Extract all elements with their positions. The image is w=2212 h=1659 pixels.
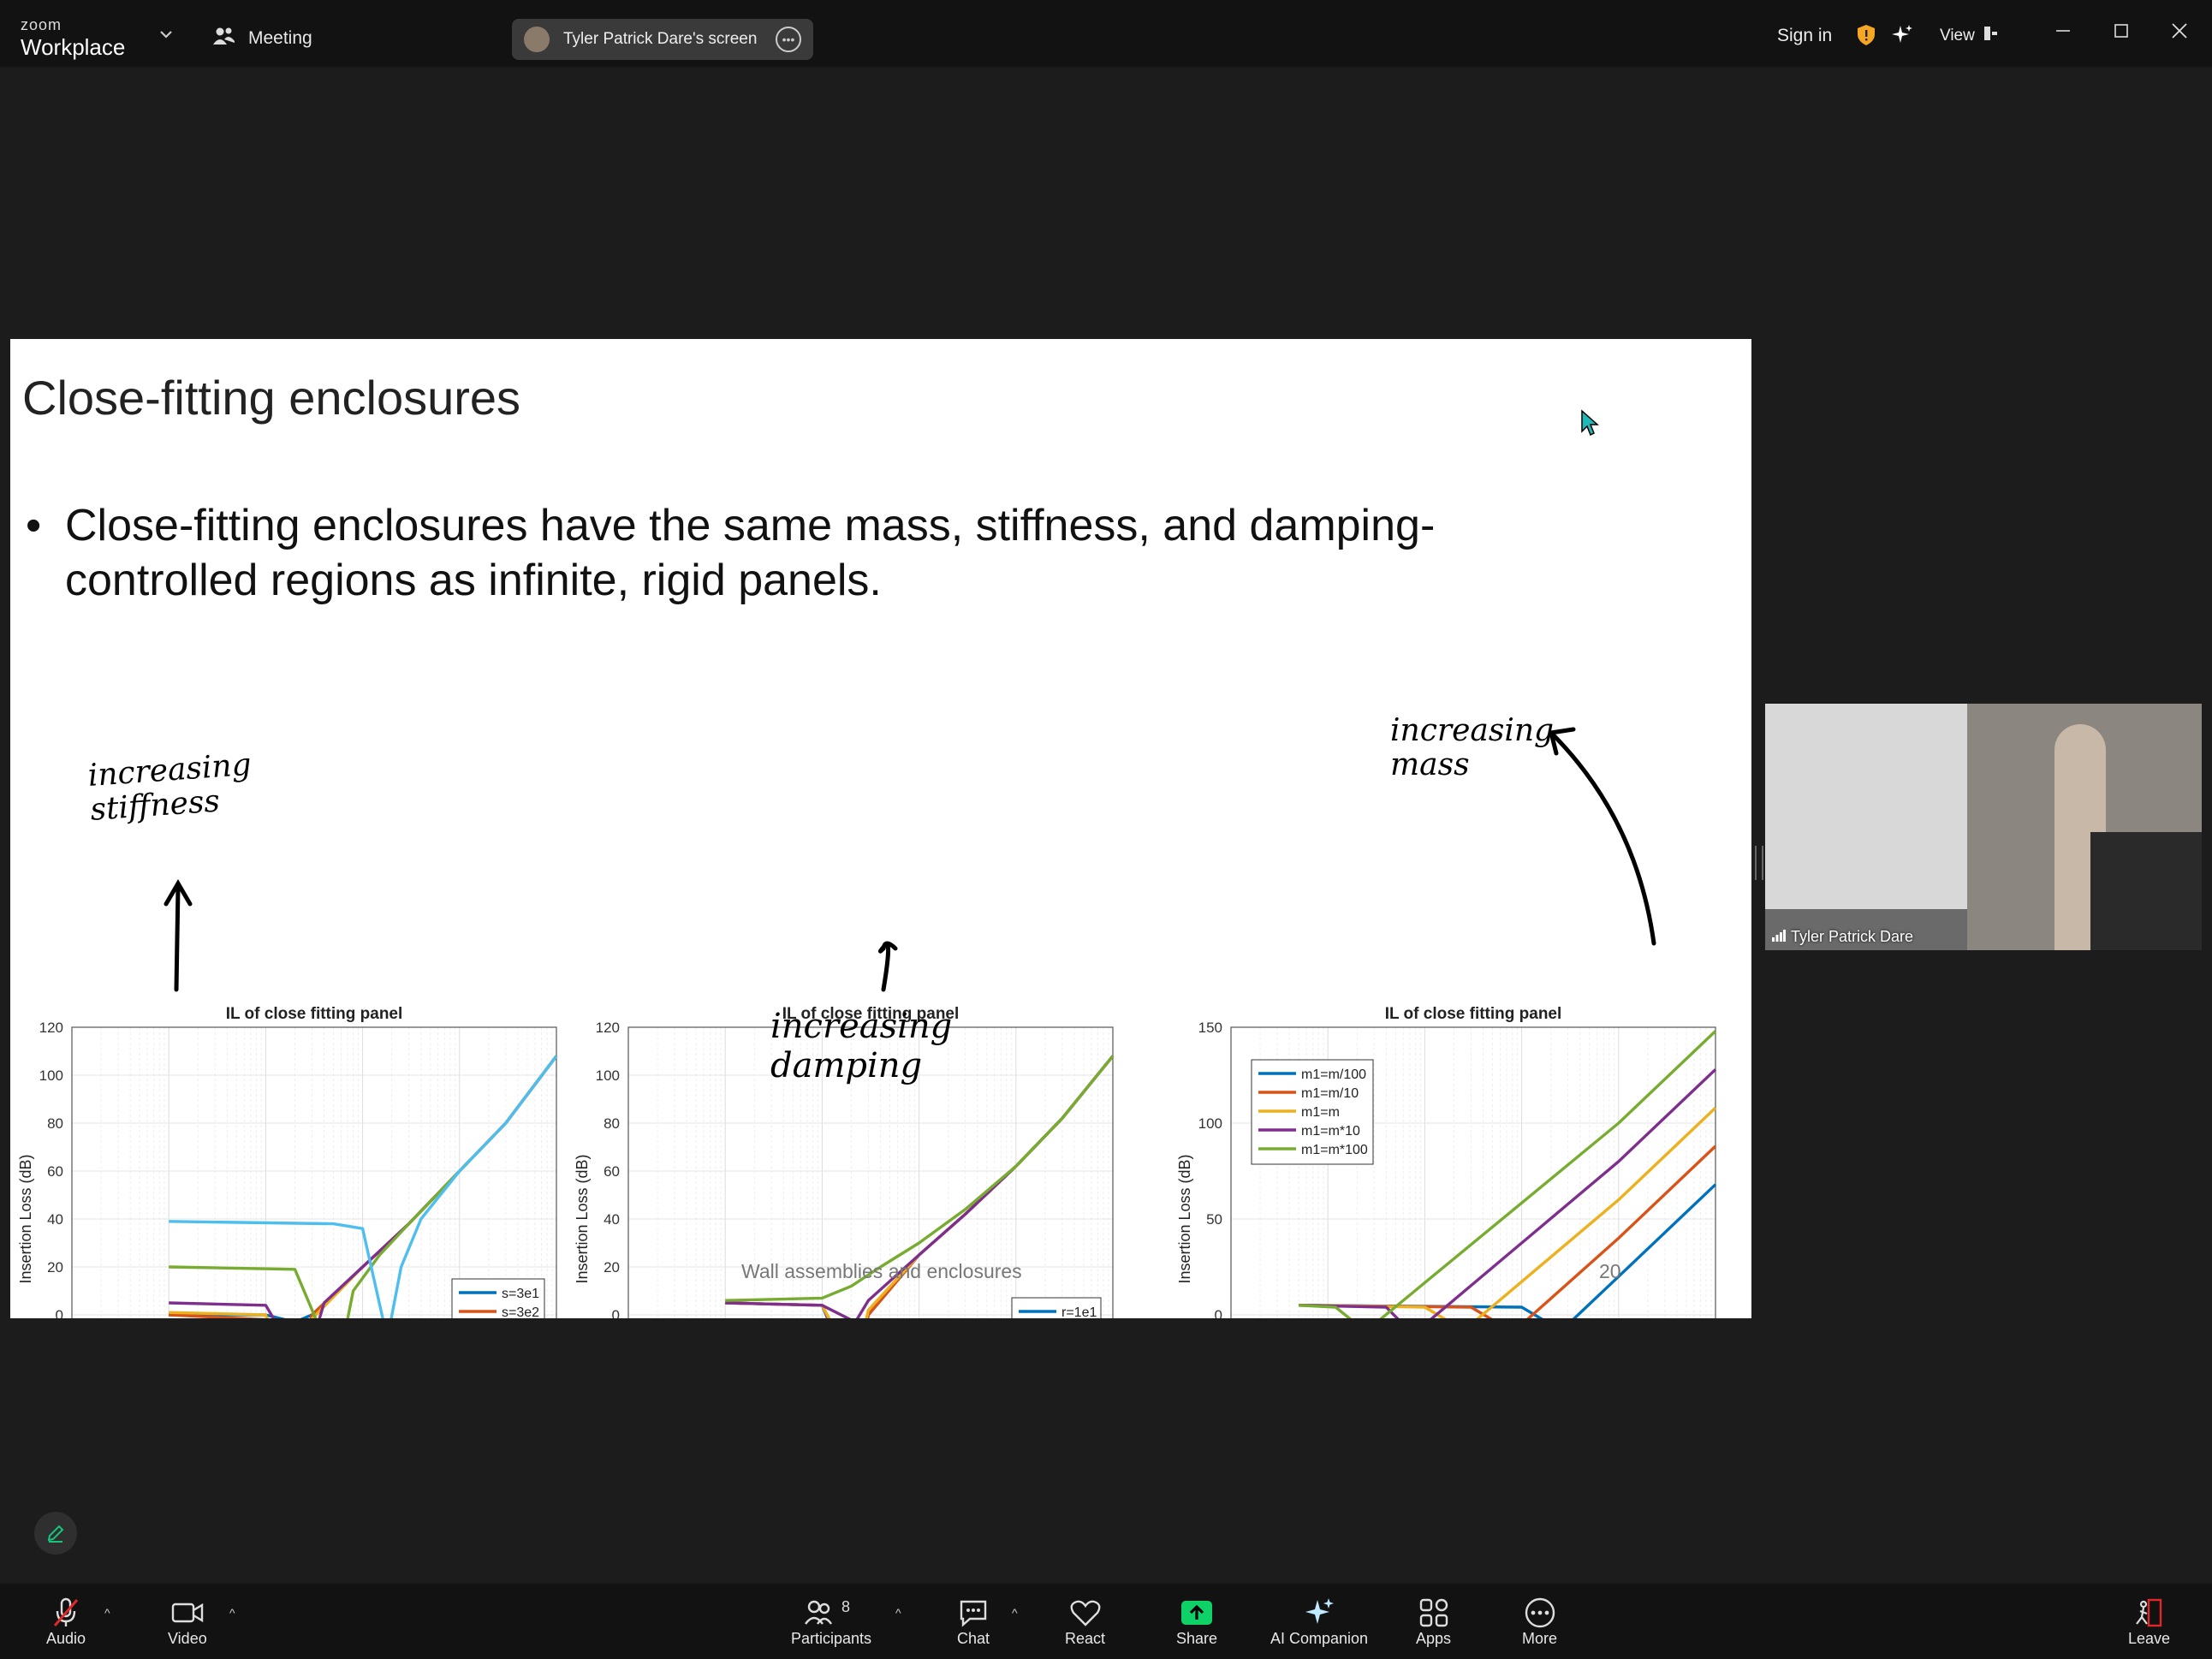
zoom-workplace-logo: zoom Workplace <box>21 17 125 58</box>
participants-label: Participants <box>791 1630 872 1647</box>
minimize-icon[interactable] <box>2053 21 2073 45</box>
bottom-toolbar: Audio ^ Video ^ 8 Participants ^ Chat ^ … <box>0 1584 2212 1659</box>
top-bar: zoom Workplace Meeting Tyler Patrick Dar… <box>0 0 2212 67</box>
audio-label: Audio <box>46 1630 86 1647</box>
close-icon[interactable] <box>2169 21 2190 45</box>
view-button[interactable]: View <box>1940 26 1999 46</box>
mouse-cursor-icon <box>1580 409 1599 443</box>
chat-label: Chat <box>957 1630 990 1647</box>
leave-door-icon <box>2133 1596 2166 1630</box>
shared-slide: Close-fitting enclosures • Close-fitting… <box>10 339 1751 1318</box>
participants-icon: 8 <box>804 1596 859 1630</box>
people-icon <box>212 26 236 51</box>
ai-companion-label: AI Companion <box>1270 1630 1369 1647</box>
screen-share-indicator[interactable]: Tyler Patrick Dare's screen ••• <box>512 19 813 60</box>
brand-small: zoom <box>21 16 62 33</box>
apps-button[interactable]: Apps <box>1416 1596 1451 1648</box>
share-button[interactable]: Share <box>1176 1596 1217 1648</box>
ink-annotations <box>164 727 1656 992</box>
slide-footer: Wall assemblies and enclosures <box>741 1260 1022 1282</box>
participants-options-caret[interactable]: ^ <box>895 1606 901 1620</box>
annotation-mass: increasing mass <box>1390 713 1555 782</box>
apps-grid-icon <box>1418 1596 1449 1630</box>
video-options-caret[interactable]: ^ <box>229 1606 235 1620</box>
video-camera-icon <box>171 1596 204 1630</box>
video-button[interactable]: Video <box>168 1596 207 1648</box>
shield-icon[interactable] <box>1856 24 1876 51</box>
audio-button[interactable]: Audio <box>46 1596 86 1648</box>
sign-in-link[interactable]: Sign in <box>1777 26 1832 46</box>
avatar <box>524 27 550 52</box>
leave-label: Leave <box>2128 1630 2171 1647</box>
meeting-label: Meeting <box>248 28 312 48</box>
microphone-muted-icon <box>52 1596 80 1630</box>
participant-video[interactable]: Tyler Patrick Dare <box>1765 704 2202 950</box>
podium <box>2090 832 2202 950</box>
brand-large: Workplace <box>21 34 126 60</box>
annotation-stiffness: increasing stiffness <box>86 746 253 828</box>
leave-button[interactable]: Leave <box>2128 1596 2170 1648</box>
more-label: More <box>1522 1630 1558 1647</box>
ai-companion-sparkle-icon <box>1303 1596 1335 1630</box>
view-label: View <box>1940 27 1975 45</box>
apps-label: Apps <box>1416 1630 1452 1647</box>
chat-options-caret[interactable]: ^ <box>1012 1606 1018 1620</box>
view-layout-icon <box>1983 26 1999 46</box>
chat-bubble-icon <box>958 1596 989 1630</box>
meeting-button[interactable]: Meeting <box>212 26 312 51</box>
participants-button[interactable]: 8 Participants <box>791 1596 871 1648</box>
ai-sparkle-icon[interactable] <box>1890 24 1914 52</box>
participant-name: Tyler Patrick Dare <box>1791 928 1914 945</box>
participant-name-label: Tyler Patrick Dare <box>1772 928 1913 946</box>
pip-resize-handle[interactable] <box>1755 846 1763 880</box>
share-screen-icon <box>1180 1596 1214 1630</box>
more-options-icon[interactable]: ••• <box>776 27 801 52</box>
chevron-down-icon[interactable] <box>159 28 173 44</box>
react-button[interactable]: React <box>1065 1596 1105 1648</box>
share-label: Share <box>1176 1630 1218 1647</box>
react-label: React <box>1065 1630 1106 1647</box>
maximize-icon[interactable] <box>2111 21 2132 45</box>
signal-icon <box>1772 928 1786 946</box>
ai-companion-button[interactable]: AI Companion <box>1270 1596 1368 1648</box>
slide-page-number: 20 <box>1599 1260 1621 1282</box>
participants-count: 8 <box>841 1598 850 1615</box>
share-name: Tyler Patrick Dare's screen <box>563 30 758 48</box>
more-dots-icon <box>1524 1596 1556 1630</box>
audio-options-caret[interactable]: ^ <box>104 1606 110 1620</box>
annotate-pencil-icon[interactable] <box>34 1512 77 1555</box>
more-button[interactable]: More <box>1522 1596 1557 1648</box>
heart-icon <box>1070 1596 1101 1630</box>
video-label: Video <box>168 1630 207 1647</box>
chat-button[interactable]: Chat <box>957 1596 990 1648</box>
annotation-damping: increasing damping <box>770 1007 953 1085</box>
projector-screen <box>1765 704 1967 909</box>
